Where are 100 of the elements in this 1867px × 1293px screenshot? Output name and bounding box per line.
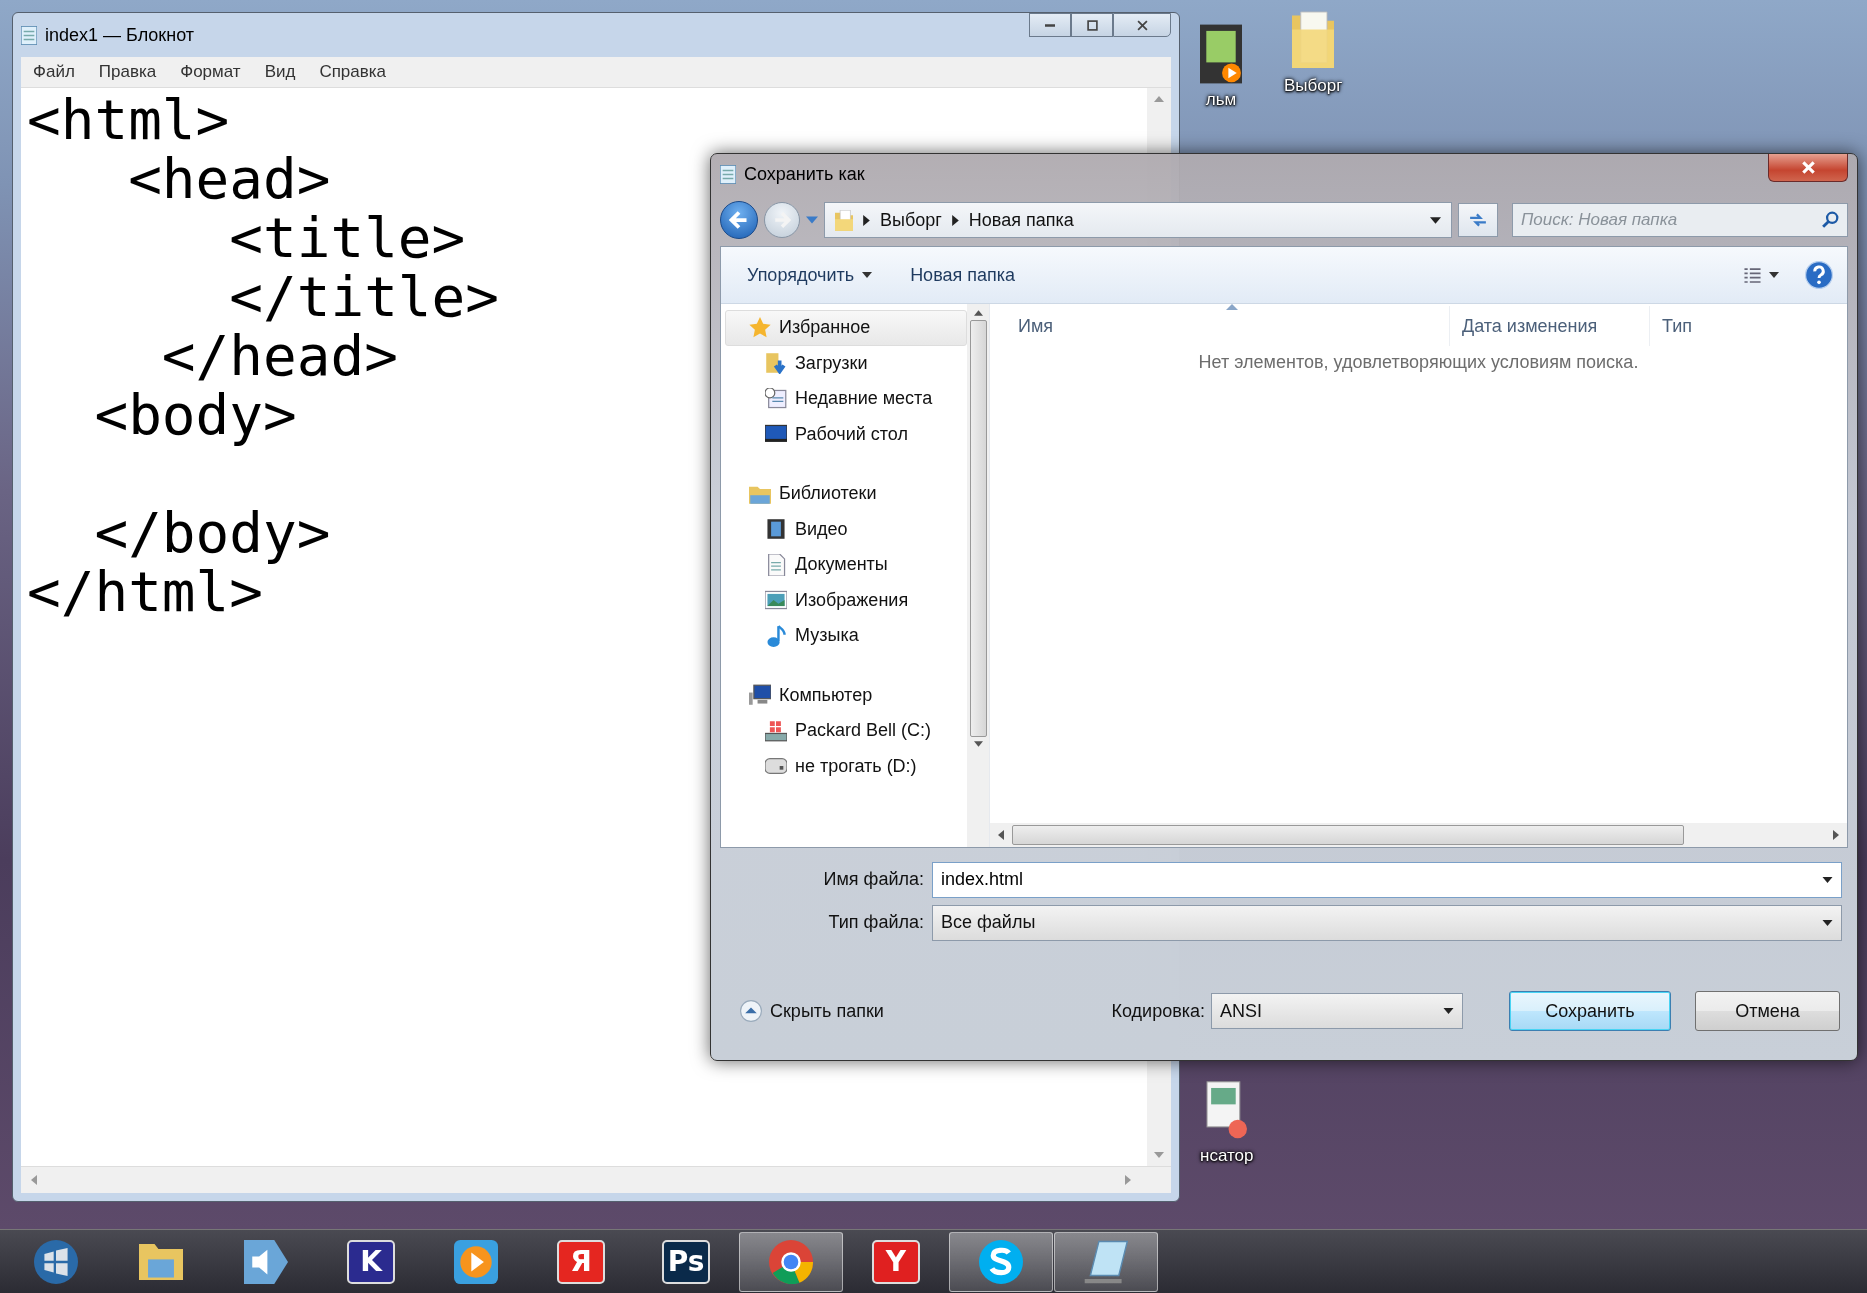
- collapse-icon: [740, 1000, 762, 1022]
- breadcrumb-item[interactable]: Выборг: [880, 209, 942, 231]
- encoding-dropdown[interactable]: ANSI: [1211, 993, 1463, 1029]
- nav-item[interactable]: Packard Bell (C:): [721, 713, 967, 749]
- menu-item[interactable]: Правка: [98, 62, 157, 82]
- close-icon: [1801, 161, 1815, 174]
- chrome-icon: [769, 1239, 813, 1284]
- music-icon: [765, 624, 787, 647]
- arrow-left-icon: [729, 210, 749, 230]
- nav-item[interactable]: Изображения: [721, 582, 967, 618]
- notepad-icon: [21, 25, 37, 45]
- breadcrumb-item[interactable]: Новая папка: [968, 209, 1074, 231]
- taskbar-button[interactable]: Я: [529, 1231, 633, 1292]
- nav-item[interactable]: Документы: [721, 547, 967, 583]
- nav-label: Недавние места: [795, 388, 933, 410]
- desktop-icon-label[interactable]: нсатор: [1200, 1146, 1254, 1166]
- nav-group[interactable]: Избранное: [725, 310, 967, 346]
- column-header[interactable]: Тип: [1650, 306, 1847, 346]
- search-icon: [1822, 211, 1839, 228]
- caret-icon: [1769, 272, 1779, 278]
- horizontal-scrollbar[interactable]: [990, 823, 1847, 847]
- system-icon: [765, 719, 787, 742]
- empty-message: Нет элементов, удовлетворяющих условиям поиска.: [1197, 352, 1640, 373]
- caret-icon: [862, 272, 873, 278]
- dropdown-arrow-icon[interactable]: [1430, 216, 1441, 224]
- address-bar[interactable]: Выборг Новая папка: [824, 202, 1452, 238]
- skype-icon: [979, 1239, 1023, 1284]
- nav-item[interactable]: Загрузки: [721, 345, 967, 381]
- star-icon: [749, 316, 771, 339]
- nav-label: не трогать (D:): [795, 755, 917, 777]
- taskbar-button[interactable]: [1054, 1231, 1158, 1292]
- nav-group[interactable]: Компьютер: [721, 677, 967, 713]
- dropdown-arrow-icon: [1822, 919, 1833, 926]
- list-view-icon: [1744, 267, 1761, 283]
- chevron-icon[interactable]: [951, 214, 959, 226]
- file-name-field[interactable]: index.html: [932, 861, 1842, 898]
- nav-label: Packard Bell (C:): [795, 720, 932, 742]
- dialog-title: Сохранить как: [744, 163, 865, 185]
- taskbar-button[interactable]: [949, 1231, 1053, 1292]
- nav-item[interactable]: не трогать (D:): [721, 748, 967, 784]
- save-button[interactable]: Сохранить: [1509, 991, 1671, 1031]
- search-field[interactable]: Поиск: Новая папка: [1512, 203, 1848, 237]
- dropdown-arrow-icon[interactable]: [1822, 876, 1833, 883]
- scroll-down-icon[interactable]: [973, 741, 983, 747]
- refresh-button[interactable]: [1458, 203, 1498, 237]
- nav-label: Компьютер: [779, 684, 873, 706]
- help-icon[interactable]: [1805, 261, 1833, 289]
- vertical-scrollbar[interactable]: [967, 304, 989, 847]
- taskbar-button[interactable]: Y: [844, 1231, 948, 1292]
- speaker-icon: [244, 1239, 288, 1284]
- taskbar-button[interactable]: K: [319, 1231, 423, 1292]
- menu-item[interactable]: Вид: [264, 62, 296, 82]
- nav-label: Рабочий стол: [795, 423, 908, 445]
- window-title: index1 — Блокнот: [45, 24, 195, 46]
- minimize-button[interactable]: [1029, 13, 1071, 37]
- arrow-right-icon: [773, 211, 791, 229]
- scroll-up-icon[interactable]: [973, 310, 983, 316]
- downloads-icon: [765, 352, 787, 375]
- refresh-icon: [1469, 213, 1487, 227]
- close-button[interactable]: [1768, 154, 1848, 182]
- field-label: Имя файла:: [822, 869, 924, 890]
- scroll-thumb[interactable]: [1012, 825, 1684, 845]
- notepad-icon: [1084, 1239, 1128, 1284]
- new-folder-button[interactable]: Новая папка: [898, 258, 1028, 292]
- scroll-right-icon[interactable]: [1833, 830, 1839, 840]
- video-icon: [765, 518, 787, 541]
- app-icon: Y: [872, 1239, 920, 1284]
- nav-item[interactable]: Музыка: [721, 618, 967, 654]
- document-icon[interactable]: [1205, 1080, 1248, 1140]
- column-header[interactable]: Дата изменения: [1450, 306, 1650, 346]
- nav-label: Документы: [795, 554, 888, 576]
- menu-item[interactable]: Файл: [33, 62, 75, 82]
- chevron-icon[interactable]: [863, 214, 870, 226]
- nav-item[interactable]: Рабочий стол: [721, 416, 967, 452]
- field-label: Кодировка:: [1111, 1000, 1205, 1022]
- hide-folders-button[interactable]: Скрыть папки: [736, 996, 888, 1026]
- taskbar-button[interactable]: Ps: [634, 1231, 738, 1292]
- nav-item[interactable]: Видео: [721, 511, 967, 547]
- close-button[interactable]: [1113, 13, 1171, 37]
- app-icon: Ps: [662, 1239, 710, 1284]
- back-button[interactable]: [720, 201, 758, 239]
- app-icon: Я: [557, 1239, 605, 1284]
- nav-label: Музыка: [795, 625, 859, 647]
- cancel-button[interactable]: Отмена: [1695, 991, 1840, 1031]
- scroll-left-icon[interactable]: [998, 830, 1004, 840]
- documents-icon: [765, 553, 787, 576]
- nav-label: Загрузки: [795, 352, 868, 374]
- menu-item[interactable]: Формат: [180, 62, 241, 82]
- dropdown-arrow-icon: [1443, 1008, 1454, 1014]
- recent-icon: [765, 387, 787, 410]
- nav-item[interactable]: Недавние места: [721, 381, 967, 417]
- scroll-thumb[interactable]: [969, 320, 987, 737]
- organize-button[interactable]: Упорядочить: [735, 258, 885, 292]
- folder-icon: [835, 209, 853, 231]
- nav-label: Изображения: [795, 589, 909, 611]
- file-type-dropdown[interactable]: Все файлы: [932, 904, 1842, 941]
- nav-group[interactable]: Библиотеки: [721, 476, 967, 512]
- film-icon[interactable]: [1200, 24, 1242, 84]
- menu-item[interactable]: Справка: [319, 62, 387, 82]
- maximize-button[interactable]: [1071, 13, 1113, 37]
